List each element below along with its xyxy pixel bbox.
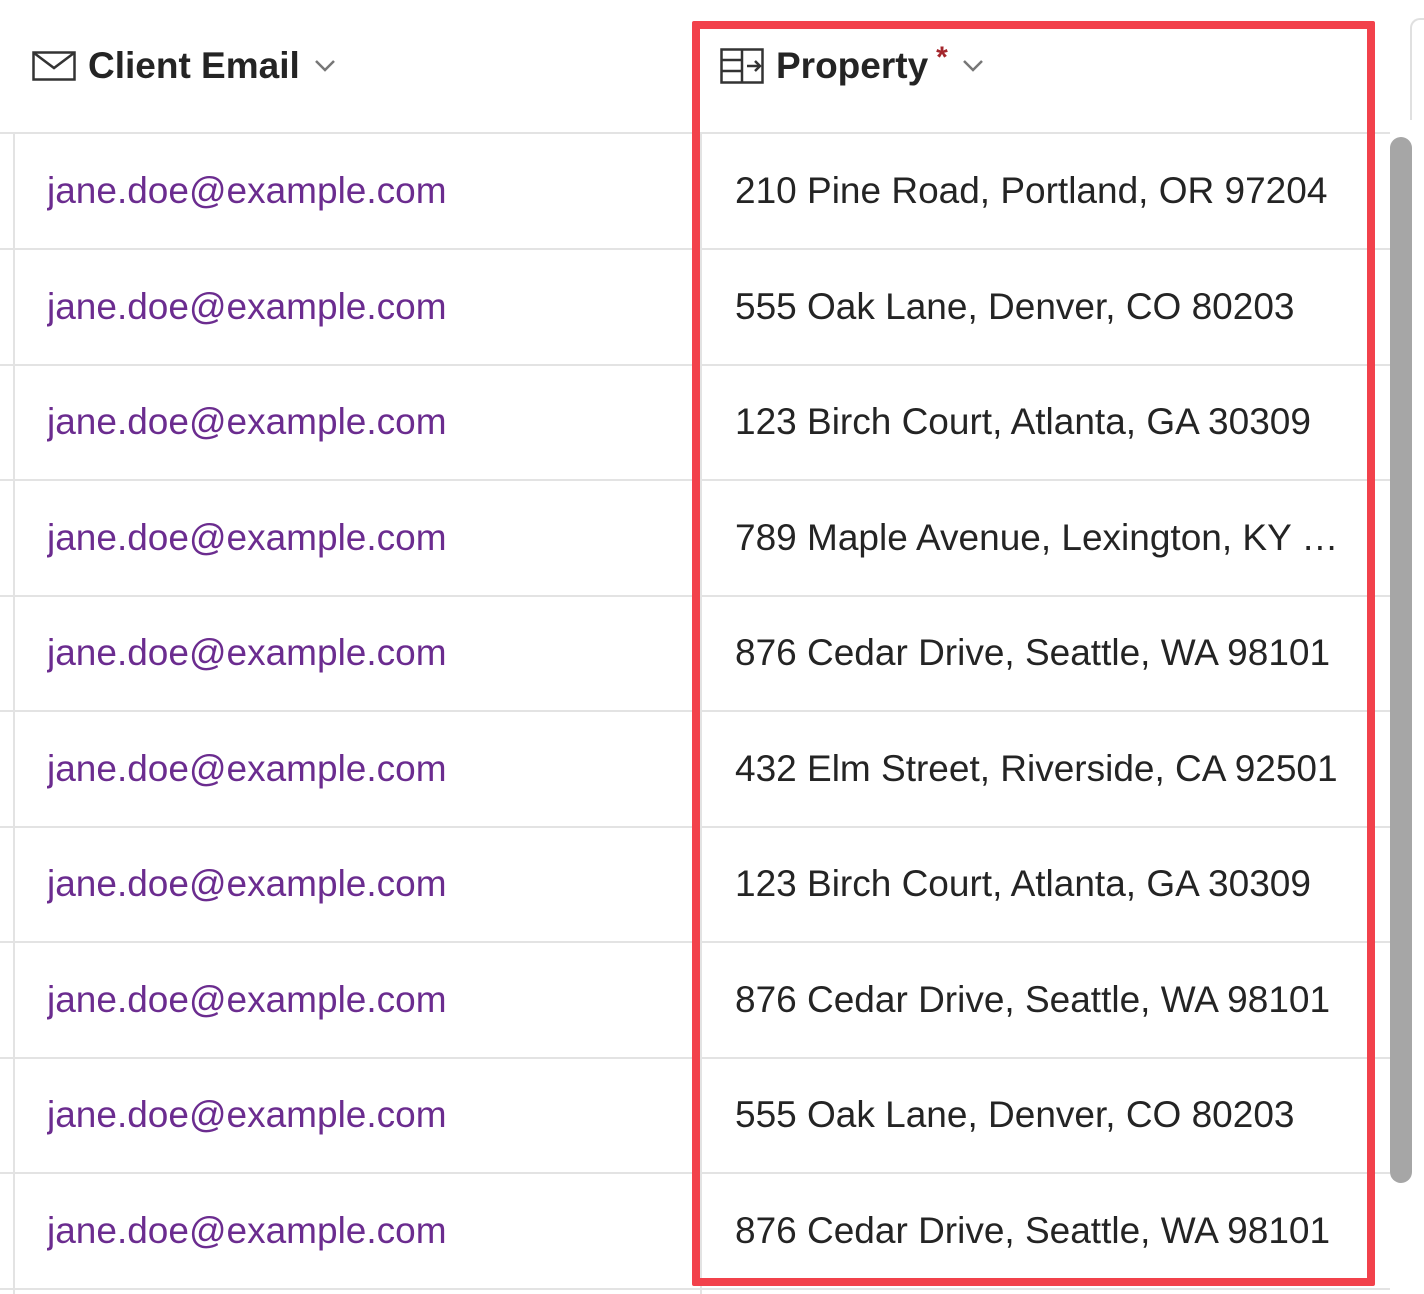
chevron-down-icon[interactable] — [314, 59, 336, 73]
column-header-label: Property — [776, 45, 929, 86]
table-row[interactable]: jane.doe@example.com 123 Birch Court, At… — [0, 365, 1390, 481]
table-row[interactable]: jane.doe@example.com 555 Oak Lane, Denve… — [0, 250, 1390, 366]
table-row[interactable]: jane.doe@example.com 210 Pine Road, Port… — [0, 134, 1390, 250]
column-header-client-email[interactable]: Client Email — [32, 0, 692, 132]
property-cell[interactable]: 876 Cedar Drive, Seattle, WA 98101 — [735, 1174, 1339, 1288]
client-email-cell[interactable]: jane.doe@example.com — [47, 827, 687, 941]
property-cell[interactable]: 876 Cedar Drive, Seattle, WA 98101 — [735, 596, 1339, 710]
client-email-cell[interactable]: jane.doe@example.com — [47, 1174, 687, 1288]
property-cell[interactable]: 432 Elm Street, Riverside, CA 92501 — [735, 712, 1339, 826]
column-header-property[interactable]: Property * — [720, 0, 1380, 132]
table-row[interactable]: jane.doe@example.com 432 Elm Street, Riv… — [0, 712, 1390, 828]
property-cell[interactable]: 789 Maple Avenue, Lexington, KY … — [735, 481, 1339, 595]
chevron-down-icon[interactable] — [962, 59, 984, 73]
client-email-cell[interactable]: jane.doe@example.com — [47, 250, 687, 364]
table-row[interactable]: jane.doe@example.com 555 Oak Lane, Denve… — [0, 1058, 1390, 1174]
client-email-cell[interactable]: jane.doe@example.com — [47, 481, 687, 595]
client-email-cell[interactable]: jane.doe@example.com — [47, 1058, 687, 1172]
property-cell[interactable]: 876 Cedar Drive, Seattle, WA 98101 — [735, 943, 1339, 1057]
table-row[interactable]: jane.doe@example.com 876 Cedar Drive, Se… — [0, 943, 1390, 1059]
client-email-cell[interactable]: jane.doe@example.com — [47, 943, 687, 1057]
client-email-cell[interactable]: jane.doe@example.com — [47, 596, 687, 710]
property-cell[interactable]: 210 Pine Road, Portland, OR 97204 — [735, 134, 1339, 248]
data-grid: Client Email Property * jane.doe@example… — [0, 0, 1424, 1294]
property-cell[interactable]: 555 Oak Lane, Denver, CO 80203 — [735, 250, 1339, 364]
table-row[interactable]: jane.doe@example.com 876 Cedar Drive, Se… — [0, 1174, 1390, 1290]
required-marker: * — [936, 41, 948, 74]
table-row[interactable]: jane.doe@example.com 789 Maple Avenue, L… — [0, 481, 1390, 597]
table-row[interactable]: jane.doe@example.com 876 Cedar Drive, Se… — [0, 596, 1390, 712]
client-email-cell[interactable]: jane.doe@example.com — [47, 712, 687, 826]
column-header-label: Client Email — [88, 45, 300, 86]
client-email-cell[interactable]: jane.doe@example.com — [47, 365, 687, 479]
property-cell[interactable]: 123 Birch Court, Atlanta, GA 30309 — [735, 365, 1339, 479]
client-email-cell[interactable]: jane.doe@example.com — [47, 134, 687, 248]
panel-edge — [1410, 18, 1424, 120]
property-cell[interactable]: 123 Birch Court, Atlanta, GA 30309 — [735, 827, 1339, 941]
mail-icon — [32, 51, 76, 81]
table-row[interactable]: jane.doe@example.com 123 Birch Court, At… — [0, 827, 1390, 943]
property-cell[interactable]: 555 Oak Lane, Denver, CO 80203 — [735, 1058, 1339, 1172]
grid-header-row: Client Email Property * — [0, 0, 1390, 134]
property-table-icon — [720, 48, 764, 84]
vertical-scrollbar-thumb[interactable] — [1390, 137, 1412, 1183]
